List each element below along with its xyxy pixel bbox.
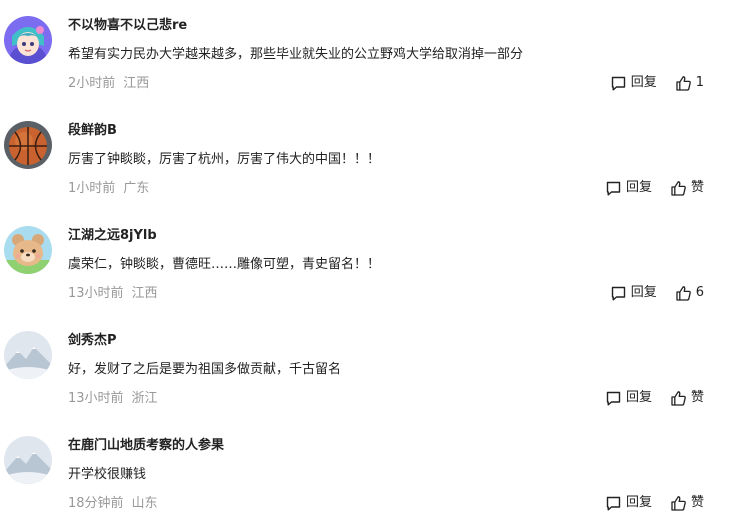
comment-text: 好，发财了之后是要为祖国多做贡献，千古留名: [68, 362, 342, 377]
username[interactable]: 江湖之远8jYlb: [68, 227, 157, 245]
avatar-cartoon-bear[interactable]: [4, 226, 52, 274]
reply-label: 回复: [630, 285, 657, 300]
comment-time: 13小时前: [68, 286, 124, 301]
reply-button[interactable]: 回复: [605, 178, 652, 198]
default-landscape-avatar-icon: [4, 331, 52, 379]
like-button[interactable]: 赞: [670, 178, 704, 198]
like-label: 赞: [690, 390, 704, 405]
like-button[interactable]: 1: [675, 73, 704, 93]
basketball-avatar-icon: [4, 121, 52, 169]
comment-meta: 18分钟前 山东: [68, 495, 158, 513]
comment-bubble-icon: [611, 286, 625, 300]
username[interactable]: 剑秀杰P: [68, 332, 117, 350]
comment-time: 1小时前: [68, 181, 116, 196]
avatar-default-landscape[interactable]: [4, 436, 52, 484]
thumbs-up-icon: [671, 495, 686, 511]
comment-location: 广东: [123, 181, 150, 196]
comment-time: 13小时前: [68, 391, 124, 406]
reply-button[interactable]: 回复: [610, 283, 657, 303]
reply-label: 回复: [625, 180, 652, 195]
comment-bubble-icon: [606, 496, 621, 510]
comment-meta: 13小时前 江西: [68, 285, 158, 303]
cartoon-bear-avatar-icon: [4, 226, 52, 274]
comment-item: 江湖之远8jYlb 虞荣仁，钟睒睒，曹德旺……雕像可塑，青史留名！！ 13小时前…: [0, 210, 734, 315]
comment-time: 18分钟前: [68, 496, 124, 511]
comment-text: 厉害了钟睒睒，厉害了杭州，厉害了伟大的中国！！！: [68, 152, 381, 167]
comment-bubble-icon: [611, 76, 625, 90]
like-label: 1: [695, 75, 704, 90]
comment-text: 虞荣仁，钟睒睒，曹德旺……雕像可塑，青史留名！！: [68, 257, 381, 272]
reply-label: 回复: [625, 390, 652, 405]
like-label: 赞: [690, 180, 704, 195]
comment-time: 2小时前: [68, 76, 116, 91]
reply-button[interactable]: 回复: [610, 73, 657, 93]
comment-text: 开学校很赚钱: [68, 467, 147, 482]
comment-item: 剑秀杰P 好，发财了之后是要为祖国多做贡献，千古留名 13小时前 浙江 回复 赞: [0, 315, 734, 420]
comment-item: 不以物喜不以己悲re 希望有实力民办大学越来越多，那些毕业就失业的公立野鸡大学给…: [0, 0, 734, 105]
thumbs-up-icon: [671, 180, 686, 196]
comment-meta: 1小时前 广东: [68, 180, 149, 198]
comment-item: 段鲜韵B 厉害了钟睒睒，厉害了杭州，厉害了伟大的中国！！！ 1小时前 广东 回复 …: [0, 105, 734, 210]
username[interactable]: 不以物喜不以己悲re: [68, 17, 187, 35]
comment-bubble-icon: [606, 181, 621, 195]
comment-actions: 回复 赞: [605, 178, 704, 198]
thumbs-up-icon: [676, 285, 691, 301]
username[interactable]: 在鹿门山地质考察的人参果: [68, 437, 224, 455]
reply-label: 回复: [625, 495, 652, 510]
comment-location: 江西: [123, 76, 150, 91]
like-button[interactable]: 赞: [670, 388, 704, 408]
like-label: 赞: [690, 495, 704, 510]
comment-actions: 回复 6: [610, 283, 704, 303]
comment-meta: 2小时前 江西: [68, 75, 149, 93]
comment-location: 山东: [131, 496, 158, 511]
comment-location: 浙江: [131, 391, 158, 406]
avatar-default-landscape[interactable]: [4, 331, 52, 379]
reply-label: 回复: [630, 75, 657, 90]
thumbs-up-icon: [671, 390, 686, 406]
avatar-basketball[interactable]: [4, 121, 52, 169]
like-button[interactable]: 赞: [670, 493, 704, 513]
comment-meta: 13小时前 浙江: [68, 390, 158, 408]
comment-item: 在鹿门山地质考察的人参果 开学校很赚钱 18分钟前 山东 回复 赞: [0, 420, 734, 525]
comment-actions: 回复 赞: [605, 388, 704, 408]
thumbs-up-icon: [676, 75, 691, 91]
comment-actions: 回复 赞: [605, 493, 704, 513]
default-landscape-avatar-icon: [4, 436, 52, 484]
comment-bubble-icon: [606, 391, 621, 405]
comment-location: 江西: [131, 286, 158, 301]
anime-girl-avatar-icon: [4, 16, 52, 64]
comment-actions: 回复 1: [610, 73, 704, 93]
avatar-anime-girl[interactable]: [4, 16, 52, 64]
comment-text: 希望有实力民办大学越来越多，那些毕业就失业的公立野鸡大学给取消掉一部分: [68, 47, 524, 62]
reply-button[interactable]: 回复: [605, 493, 652, 513]
reply-button[interactable]: 回复: [605, 388, 652, 408]
like-label: 6: [695, 285, 704, 300]
username[interactable]: 段鲜韵B: [68, 122, 117, 140]
like-button[interactable]: 6: [675, 283, 704, 303]
